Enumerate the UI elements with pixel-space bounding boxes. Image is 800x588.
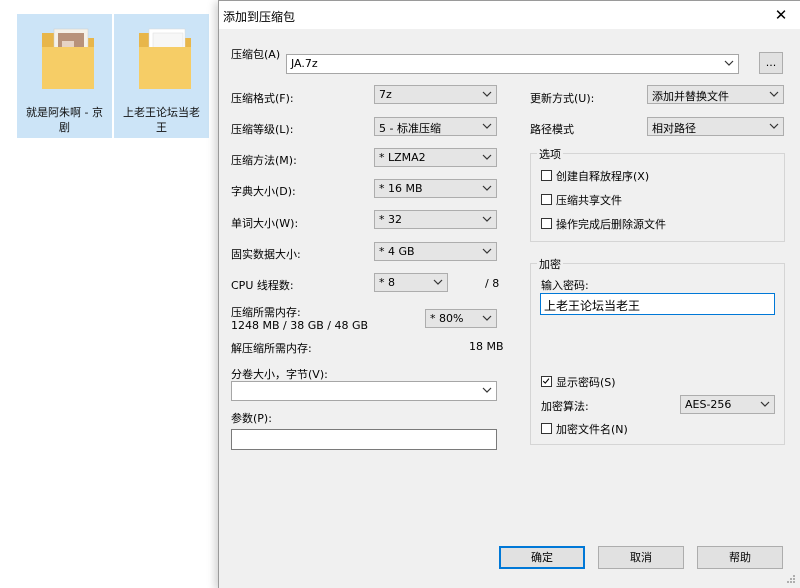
sfx-checkbox[interactable]: [541, 170, 552, 181]
cpu-threads-total: / 8: [485, 277, 500, 290]
update-mode-label: 更新方式(U):: [530, 92, 595, 105]
update-mode-select[interactable]: 添加并替换文件: [647, 85, 784, 104]
password-label: 输入密码:: [541, 279, 589, 292]
encryption-method-value: AES-256: [685, 398, 732, 411]
chevron-down-icon: [482, 315, 492, 321]
encrypt-names-label: 加密文件名(N): [556, 423, 628, 436]
memory-usage-select[interactable]: * 80%: [425, 309, 497, 328]
encryption-title: 加密: [537, 256, 563, 272]
title-bar: 添加到压缩包 ✕: [219, 1, 800, 29]
parameters-label: 参数(P):: [231, 412, 272, 425]
split-size-label: 分卷大小，字节(V):: [231, 368, 328, 381]
chevron-down-icon: [482, 387, 492, 393]
level-select[interactable]: 5 - 标准压缩: [374, 117, 497, 136]
cpu-threads-label: CPU 线程数:: [231, 279, 294, 292]
dialog-title: 添加到压缩包: [223, 10, 296, 24]
help-button[interactable]: 帮助: [697, 546, 783, 569]
dictionary-value: * 16 MB: [379, 182, 423, 195]
memory-detail: 1248 MB / 38 GB / 48 GB: [231, 319, 369, 332]
close-icon[interactable]: ✕: [768, 4, 794, 26]
level-value: 5 - 标准压缩: [379, 122, 441, 135]
parameters-input[interactable]: [231, 429, 497, 450]
chevron-down-icon: [482, 216, 492, 222]
desktop-item-label-2: 上老王论坛当老 王: [123, 106, 200, 134]
decompress-memory-value: 18 MB: [469, 340, 504, 353]
chevron-down-icon: [482, 185, 492, 191]
memory-usage-value: * 80%: [430, 312, 464, 325]
dictionary-select[interactable]: * 16 MB: [374, 179, 497, 198]
chevron-down-icon: [482, 154, 492, 160]
password-input[interactable]: 上老王论坛当老王: [540, 293, 775, 315]
solid-block-label: 固实数据大小:: [231, 248, 301, 261]
chevron-down-icon: [433, 279, 443, 285]
encryption-method-label: 加密算法:: [541, 400, 589, 413]
delete-after-checkbox[interactable]: [541, 218, 552, 229]
password-value: 上老王论坛当老王: [544, 299, 641, 313]
method-label: 压缩方法(M):: [231, 154, 297, 167]
chevron-down-icon: [724, 60, 734, 66]
decompress-memory-label: 解压缩所需内存:: [231, 342, 312, 355]
chevron-down-icon: [482, 91, 492, 97]
word-size-label: 单词大小(W):: [231, 217, 299, 230]
browse-button[interactable]: ...: [759, 52, 783, 74]
folder-icon: [42, 28, 94, 89]
method-value: * LZMA2: [379, 151, 426, 164]
desktop-item-label-1: 就是阿朱啊 - 京 剧: [26, 106, 103, 134]
shared-files-checkbox[interactable]: [541, 194, 552, 205]
encryption-group: 加密 输入密码: 上老王论坛当老王 显示密码(S) 加密算法: AES-256 …: [530, 256, 785, 445]
options-title: 选项: [537, 146, 563, 162]
chevron-down-icon: [482, 123, 492, 129]
cpu-threads-value: * 8: [379, 276, 395, 289]
chevron-down-icon: [769, 91, 779, 97]
word-size-select[interactable]: * 32: [374, 210, 497, 229]
cancel-button[interactable]: 取消: [598, 546, 684, 569]
resize-grip-icon[interactable]: [786, 574, 796, 584]
chevron-down-icon: [760, 401, 770, 407]
shared-files-label: 压缩共享文件: [556, 194, 622, 207]
split-size-combo[interactable]: [231, 381, 497, 401]
word-size-value: * 32: [379, 213, 402, 226]
format-value: 7z: [379, 88, 392, 101]
dictionary-label: 字典大小(D):: [231, 185, 296, 198]
format-select[interactable]: 7z: [374, 85, 497, 104]
options-group: 选项 创建自释放程序(X) 压缩共享文件 操作完成后删除源文件: [530, 146, 785, 242]
memory-label: 压缩所需内存:: [231, 306, 301, 319]
ok-button[interactable]: 确定: [499, 546, 585, 569]
path-mode-value: 相对路径: [652, 122, 696, 135]
desktop-folder-item-1[interactable]: 就是阿朱啊 - 京 剧: [17, 14, 112, 138]
format-label: 压缩格式(F):: [231, 92, 294, 105]
add-to-archive-dialog: 添加到压缩包 ✕ 压缩包(A) JA.7z ... 压缩格式(F): 压缩等级(…: [218, 0, 800, 588]
update-mode-value: 添加并替换文件: [652, 90, 729, 103]
sfx-label: 创建自释放程序(X): [556, 170, 650, 183]
encryption-method-select[interactable]: AES-256: [680, 395, 775, 414]
solid-block-value: * 4 GB: [379, 245, 415, 258]
delete-after-label: 操作完成后删除源文件: [556, 218, 666, 231]
desktop-folder-item-2[interactable]: 上老王论坛当老 王: [114, 14, 209, 138]
method-select[interactable]: * LZMA2: [374, 148, 497, 167]
show-password-label: 显示密码(S): [556, 376, 616, 389]
folder-icon: [139, 28, 191, 89]
cpu-threads-select[interactable]: * 8: [374, 273, 448, 292]
path-mode-label: 路径模式: [530, 123, 574, 136]
encrypt-names-checkbox[interactable]: [541, 423, 552, 434]
solid-block-select[interactable]: * 4 GB: [374, 242, 497, 261]
level-label: 压缩等级(L):: [231, 123, 294, 136]
path-mode-select[interactable]: 相对路径: [647, 117, 784, 136]
archive-path-combo[interactable]: JA.7z: [286, 54, 739, 74]
checkmark-icon: [542, 378, 550, 384]
show-password-checkbox[interactable]: [541, 376, 552, 387]
chevron-down-icon: [769, 123, 779, 129]
archive-path-value: JA.7z: [291, 57, 318, 70]
archive-label: 压缩包(A): [231, 48, 281, 61]
chevron-down-icon: [482, 248, 492, 254]
